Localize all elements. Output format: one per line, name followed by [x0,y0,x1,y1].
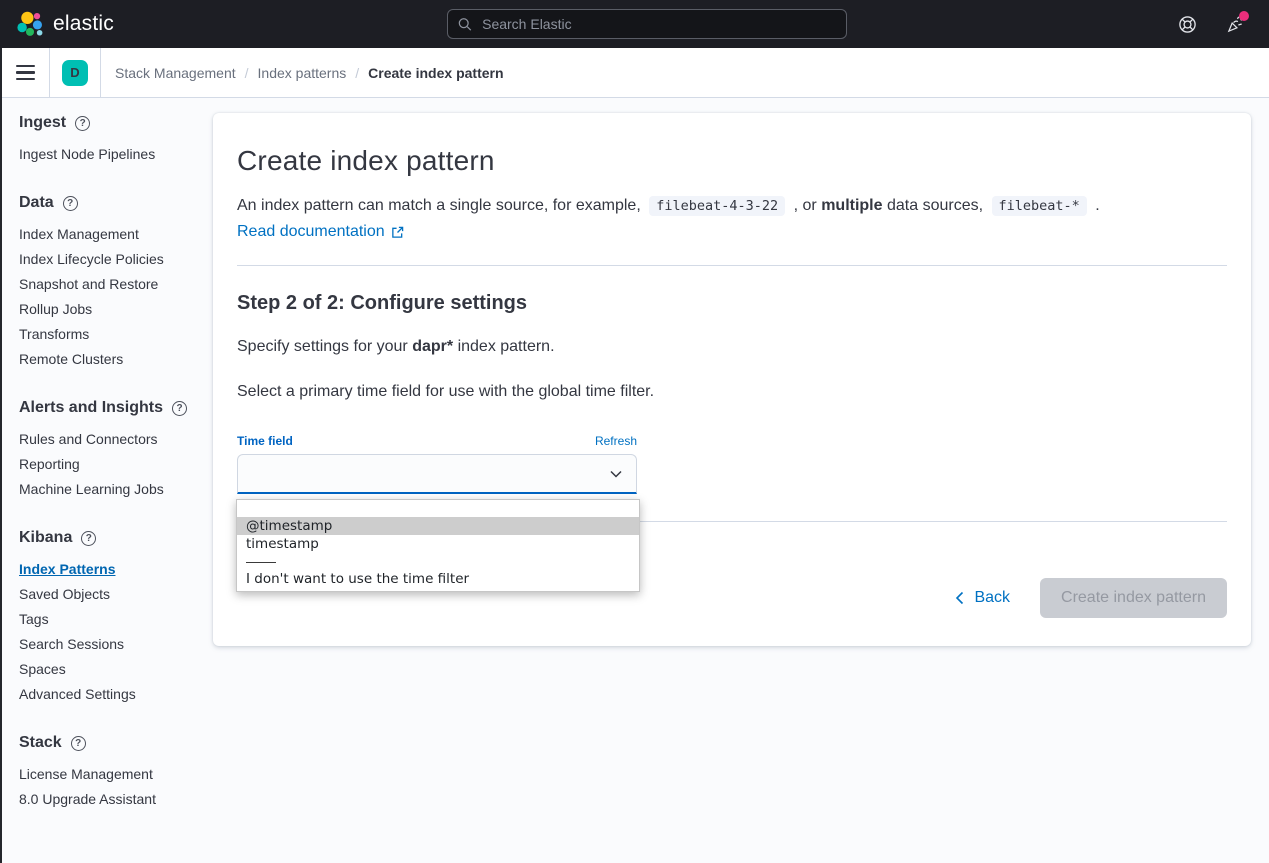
brand-name: elastic [53,12,114,36]
section-title: Stack [19,734,62,752]
dropdown-separator [246,562,276,563]
sidebar-item-snapshot-and-restore[interactable]: Snapshot and Restore [19,277,194,291]
sidebar-item-transforms[interactable]: Transforms [19,327,194,341]
menu-icon[interactable] [2,48,49,97]
chevron-left-icon [955,591,965,605]
sidebar-section-alerts-insights: Alerts and Insights ? Rules and Connecto… [19,399,194,496]
dropdown-option-timestamp[interactable]: timestamp [237,535,639,553]
external-link-icon [391,226,404,239]
chevron-down-icon [608,466,624,482]
main-content: Create index pattern An index pattern ca… [202,98,1269,863]
create-index-pattern-button[interactable]: Create index pattern [1040,578,1227,618]
sidebar-section-kibana: Kibana ? Index Patterns Saved Objects Ta… [19,529,194,701]
sidebar-item-rollup-jobs[interactable]: Rollup Jobs [19,302,194,316]
notification-dot [1239,11,1249,21]
section-title: Data [19,194,54,212]
code-example-single: filebeat-4-3-22 [649,196,785,216]
intro-text: An index pattern can match a single sour… [237,191,1227,221]
sidebar-item-spaces[interactable]: Spaces [19,662,194,676]
help-icon[interactable] [1177,14,1197,34]
sidebar-item-index-lifecycle-policies[interactable]: Index Lifecycle Policies [19,252,194,266]
back-button[interactable]: Back [955,589,1010,607]
sidebar-section-ingest: Ingest ? Ingest Node Pipelines [19,114,194,161]
create-index-pattern-panel: Create index pattern An index pattern ca… [213,113,1251,646]
breadcrumb-bar: D Stack Management / Index patterns / Cr… [2,48,1269,98]
question-icon[interactable]: ? [75,116,90,131]
sidebar-item-license-management[interactable]: License Management [19,767,194,781]
time-field-label: Time field [237,434,293,448]
question-icon[interactable]: ? [71,736,86,751]
search-icon [458,17,472,32]
space-avatar[interactable]: D [62,60,88,86]
section-title: Alerts and Insights [19,399,163,417]
breadcrumb-current: Create index pattern [368,65,503,81]
divider [49,48,50,97]
elastic-logo-icon [16,10,44,38]
page-title: Create index pattern [237,145,1227,177]
refresh-link[interactable]: Refresh [595,434,637,448]
step-heading: Step 2 of 2: Configure settings [237,292,1227,315]
breadcrumb-index-patterns[interactable]: Index patterns [258,65,347,81]
time-field-hint-text: Select a primary time field for use with… [237,380,1227,404]
sidebar-item-ingest-node-pipelines[interactable]: Ingest Node Pipelines [19,147,194,161]
section-title: Ingest [19,114,66,132]
sidebar-item-index-management[interactable]: Index Management [19,227,194,241]
read-documentation-link[interactable]: Read documentation [237,223,404,241]
breadcrumb-stack-management[interactable]: Stack Management [115,65,236,81]
time-field-dropdown: @timestamp timestamp I don't want to use… [236,499,640,592]
sidebar-item-tags[interactable]: Tags [19,612,194,626]
dropdown-option-no-time-filter[interactable]: I don't want to use the time filter [237,570,639,588]
sidebar-section-stack: Stack ? License Management 8.0 Upgrade A… [19,734,194,806]
section-divider [237,265,1227,266]
sidebar-section-data: Data ? Index Management Index Lifecycle … [19,194,194,366]
sidebar-item-advanced-settings[interactable]: Advanced Settings [19,687,194,701]
newsfeed-icon[interactable] [1225,14,1245,34]
global-search[interactable] [447,9,847,39]
dropdown-option-timestamp-at[interactable]: @timestamp [237,517,639,535]
time-field-form-row: Time field Refresh @timestamp timestamp [237,434,637,494]
search-input[interactable] [480,15,836,33]
management-sidebar: Ingest ? Ingest Node Pipelines Data ? In… [2,98,202,863]
sidebar-item-reporting[interactable]: Reporting [19,457,194,471]
specify-settings-text: Specify settings for your dapr* index pa… [237,335,1227,359]
section-title: Kibana [19,529,72,547]
question-icon[interactable]: ? [172,401,187,416]
dropdown-option-empty[interactable] [237,501,639,517]
question-icon[interactable]: ? [63,196,78,211]
breadcrumb-separator: / [245,65,249,81]
sidebar-item-search-sessions[interactable]: Search Sessions [19,637,194,651]
sidebar-item-index-patterns[interactable]: Index Patterns [19,562,194,576]
breadcrumb: Stack Management / Index patterns / Crea… [115,65,504,81]
breadcrumb-separator: / [355,65,359,81]
sidebar-item-machine-learning-jobs[interactable]: Machine Learning Jobs [19,482,194,496]
sidebar-item-upgrade-assistant[interactable]: 8.0 Upgrade Assistant [19,792,194,806]
elastic-logo[interactable]: elastic [16,10,114,38]
divider [100,48,101,97]
sidebar-item-rules-and-connectors[interactable]: Rules and Connectors [19,432,194,446]
question-icon[interactable]: ? [81,531,96,546]
sidebar-item-remote-clusters[interactable]: Remote Clusters [19,352,194,366]
code-example-multiple: filebeat-* [992,196,1087,216]
time-field-select[interactable] [237,454,637,494]
app-header: elastic [0,0,1269,48]
sidebar-item-saved-objects[interactable]: Saved Objects [19,587,194,601]
